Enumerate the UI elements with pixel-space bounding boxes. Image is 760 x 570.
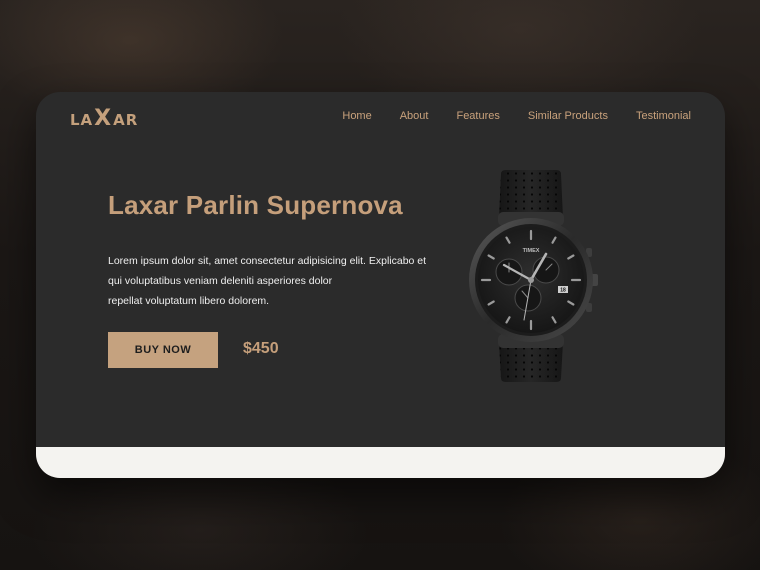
card-footer-strip	[36, 447, 725, 478]
description-line: repellat voluptatum libero dolorem.	[108, 295, 270, 307]
nav-similar-products[interactable]: Similar Products	[528, 110, 608, 122]
top-nav: Home About Features Similar Products Tes…	[342, 110, 691, 122]
brand-logo[interactable]: LA X AR	[70, 106, 138, 131]
logo-suffix: AR	[113, 111, 139, 129]
description-line: qui voluptatibus veniam deleniti asperio…	[108, 275, 333, 287]
nav-home[interactable]: Home	[342, 110, 371, 122]
nav-features[interactable]: Features	[456, 110, 499, 122]
logo-prefix: LA	[70, 111, 94, 129]
product-price: $450	[243, 340, 279, 357]
hero-card: LA X AR Home About Features Similar Prod…	[36, 92, 725, 478]
product-title: Laxar Parlin Supernova	[108, 190, 403, 220]
logo-mid: X	[94, 106, 113, 131]
nav-about[interactable]: About	[400, 110, 429, 122]
product-description: Lorem ipsum dolor sit, amet consectetur …	[108, 251, 428, 311]
buy-now-button[interactable]: BUY NOW	[108, 332, 218, 368]
watch-date-text: 18	[560, 288, 566, 294]
nav-testimonial[interactable]: Testimonial	[636, 110, 691, 122]
watch-brand-text: TIMEX	[523, 248, 540, 254]
wristwatch-image: TIMEX 18	[469, 170, 598, 382]
description-line: Lorem ipsum dolor sit, amet consectetur …	[108, 255, 427, 267]
